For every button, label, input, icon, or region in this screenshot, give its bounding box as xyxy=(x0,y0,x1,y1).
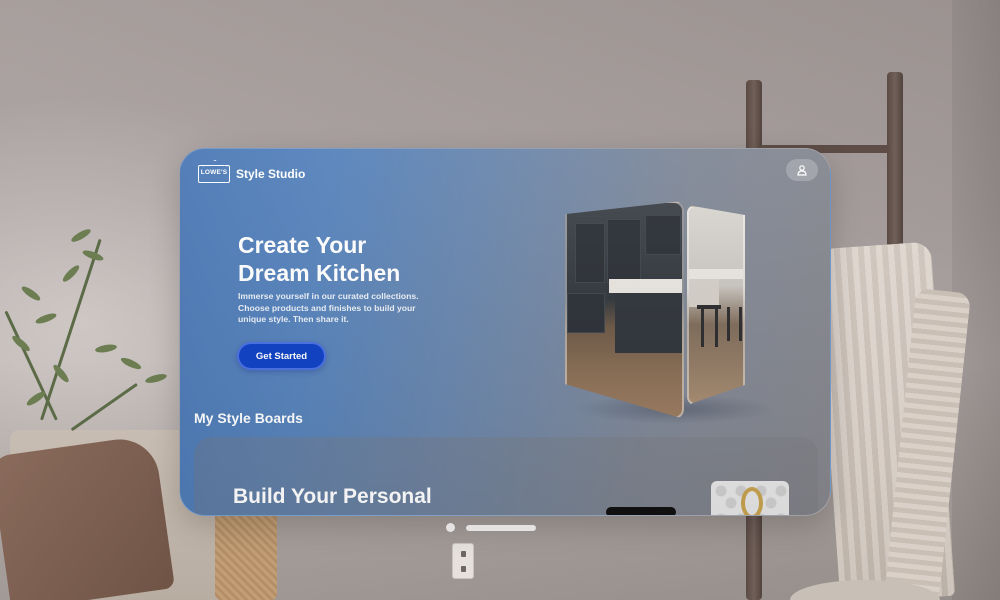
get-started-button[interactable]: Get Started xyxy=(237,342,326,370)
armchair-wicker-arm xyxy=(215,505,277,600)
board-product-image xyxy=(606,507,676,515)
kitchen-preview-left-panel[interactable] xyxy=(565,201,684,419)
throw-pillow xyxy=(0,434,175,600)
hero-title: Create Your Dream Kitchen xyxy=(238,231,498,287)
wall-outlet xyxy=(452,543,474,579)
app-header: LOWE'S Style Studio xyxy=(198,163,305,185)
window-grab-bar[interactable] xyxy=(466,525,536,531)
style-board-card[interactable]: Build Your Personal xyxy=(194,437,818,515)
kitchen-preview-right-panel[interactable] xyxy=(687,205,745,405)
style-board-card-title: Build Your Personal xyxy=(233,485,432,508)
hero-title-line-2: Dream Kitchen xyxy=(238,260,401,286)
profile-button[interactable] xyxy=(786,159,818,181)
window-position-dot[interactable] xyxy=(446,523,455,532)
lowes-logo-icon: LOWE'S xyxy=(198,165,230,183)
style-boards-heading: My Style Boards xyxy=(194,410,303,426)
app-title: Style Studio xyxy=(236,167,306,181)
style-studio-window: LOWE'S Style Studio Create Your Dream Ki… xyxy=(179,148,831,516)
hero-description: Immerse yourself in our curated collecti… xyxy=(238,291,419,324)
board-thumbnail-image xyxy=(711,481,789,515)
person-icon xyxy=(797,165,807,176)
hero-title-line-1: Create Your xyxy=(238,232,367,258)
